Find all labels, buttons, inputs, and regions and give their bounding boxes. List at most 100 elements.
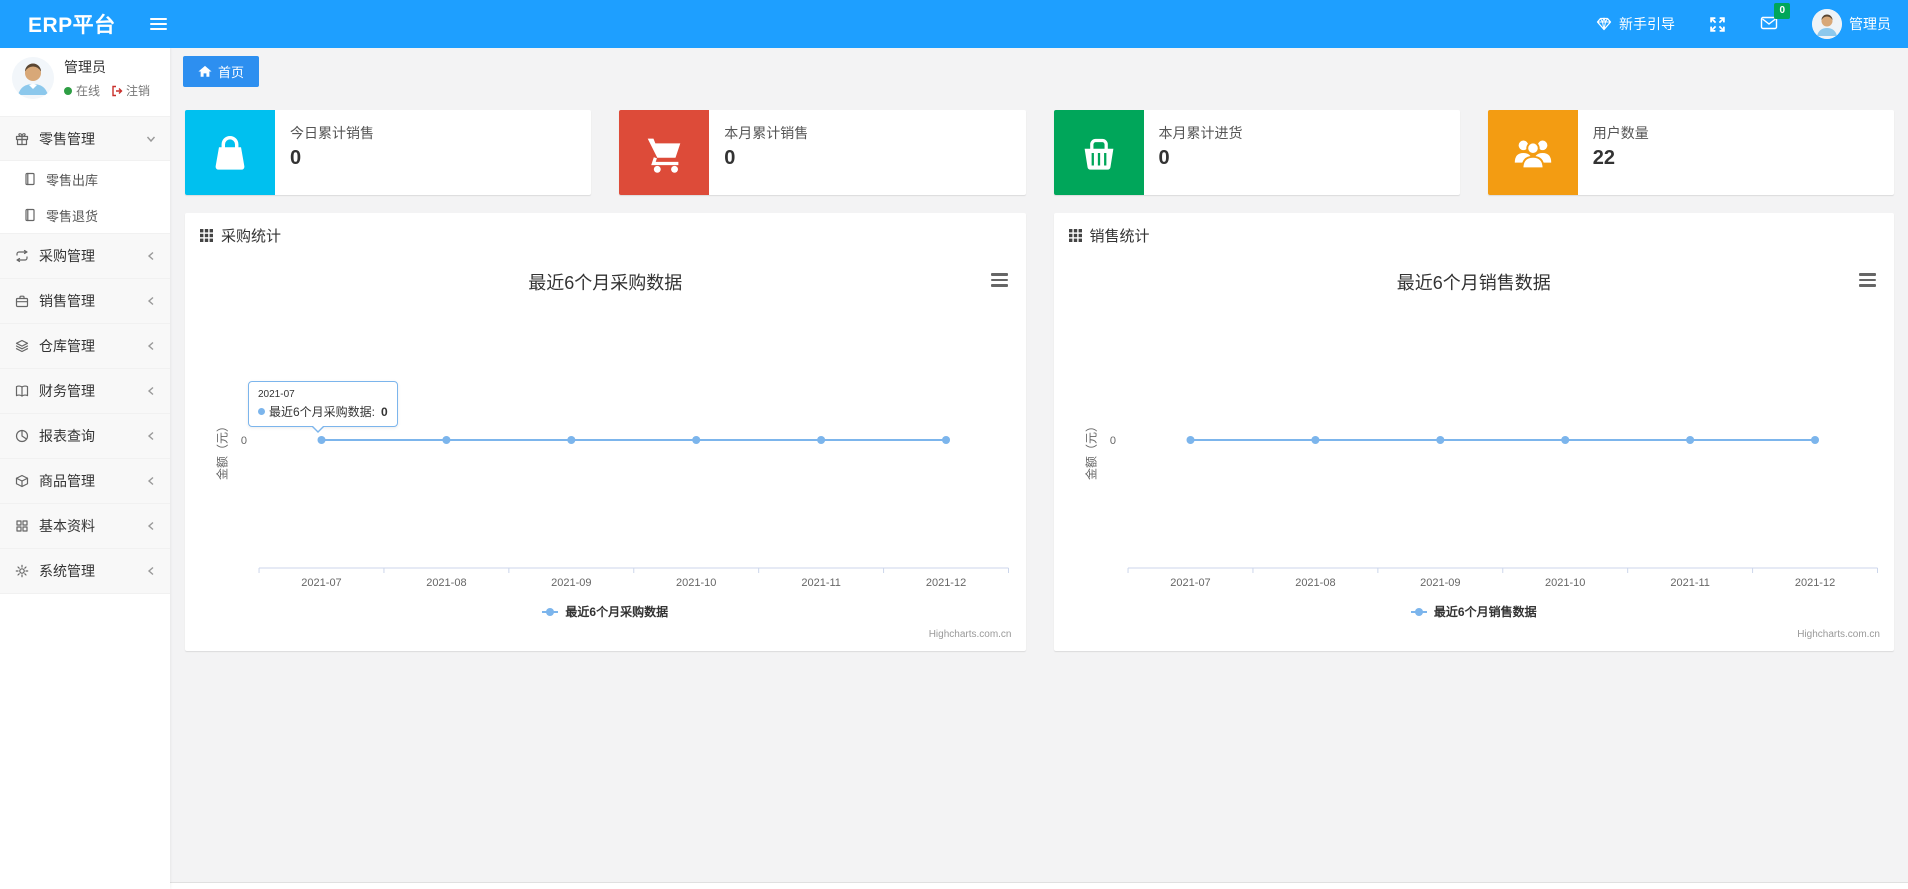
retail-submenu: 零售出库 零售退货 bbox=[0, 161, 170, 234]
sign-out-icon bbox=[112, 85, 123, 96]
online-status-dot bbox=[64, 86, 72, 95]
svg-text:2021-12: 2021-12 bbox=[926, 577, 966, 589]
sidebar-username: 管理员 bbox=[64, 59, 106, 75]
card-title: 用户数量 bbox=[1592, 125, 1649, 141]
users-icon bbox=[1514, 140, 1551, 169]
svg-text:2021-07: 2021-07 bbox=[301, 577, 341, 589]
sidebar-item-system[interactable]: 系统管理 bbox=[0, 549, 170, 594]
pie-chart-icon bbox=[15, 429, 29, 443]
highcharts-credits[interactable]: Highcharts.com.cn bbox=[929, 629, 1012, 640]
sidebar-item-label: 销售管理 bbox=[39, 293, 95, 309]
highcharts-credits[interactable]: Highcharts.com.cn bbox=[1797, 629, 1880, 640]
online-status-label: 在线 bbox=[76, 84, 101, 98]
sidebar-item-label: 基本资料 bbox=[39, 518, 95, 534]
gem-icon bbox=[1596, 17, 1612, 31]
chevron-left-icon bbox=[147, 566, 154, 576]
sidebar-item-label: 系统管理 bbox=[39, 563, 95, 579]
stat-card-today-sales: 今日累计销售 0 bbox=[185, 110, 592, 195]
main-content: 首页 今日累计销售 0 本月累计销售 0 本月累计进货 0 用户数量 22 采购… bbox=[170, 48, 1908, 889]
chart-panels-row: 采购统计 最近6个月采购数据 金额（元） 0 2021-07 2021-08 2021… bbox=[185, 213, 1894, 651]
sidebar-item-warehouse[interactable]: 仓库管理 bbox=[0, 324, 170, 369]
sales-chart: 最近6个月销售数据 金额（元） 0 2021-07 2021-08 2021-09 20… bbox=[1054, 257, 1895, 651]
breadcrumb-label: 首页 bbox=[218, 65, 245, 80]
basket-icon bbox=[1084, 138, 1113, 170]
purchase-chart: 最近6个月采购数据 金额（元） 0 2021-07 2021-08 2021-09 20… bbox=[185, 257, 1026, 651]
stat-cards-row: 今日累计销售 0 本月累计销售 0 本月累计进货 0 用户数量 22 bbox=[185, 110, 1894, 195]
card-title: 本月累计销售 bbox=[724, 125, 809, 141]
card-value: 0 bbox=[724, 147, 736, 169]
chevron-left-icon bbox=[147, 296, 154, 306]
purchase-stats-panel: 采购统计 最近6个月采购数据 金额（元） 0 2021-07 2021-08 2021… bbox=[185, 213, 1026, 651]
svg-text:2021-11: 2021-11 bbox=[801, 577, 841, 589]
card-title: 本月累计进货 bbox=[1158, 125, 1243, 141]
chart-legend: 最近6个月销售数据 bbox=[1054, 603, 1895, 620]
user-avatar[interactable] bbox=[12, 57, 54, 99]
panel-title: 销售统计 bbox=[1089, 227, 1150, 245]
svg-text:2021-08: 2021-08 bbox=[1295, 577, 1335, 589]
sidebar-item-label: 零售管理 bbox=[39, 130, 95, 147]
svg-text:2021-08: 2021-08 bbox=[426, 577, 466, 589]
svg-text:2021-07: 2021-07 bbox=[1170, 577, 1210, 589]
line-chart: 0 2021-07 2021-08 2021-09 2021-10 2021-11 2021… bbox=[1109, 435, 1878, 589]
legend-line-marker bbox=[542, 607, 559, 616]
package-icon bbox=[15, 474, 29, 488]
submenu-item-label: 零售退货 bbox=[46, 208, 99, 224]
stat-card-month-sales: 本月累计销售 0 bbox=[619, 110, 1026, 195]
card-value: 0 bbox=[290, 147, 302, 169]
legend-item[interactable]: 最近6个月采购数据 bbox=[542, 603, 668, 620]
svg-text:2021-10: 2021-10 bbox=[1545, 577, 1585, 589]
brand-logo[interactable]: ERP平台 bbox=[0, 9, 136, 39]
document-icon bbox=[25, 208, 35, 222]
sidebar-item-finance[interactable]: 财务管理 bbox=[0, 369, 170, 414]
sidebar-item-purchase[interactable]: 采购管理 bbox=[0, 234, 170, 279]
newbie-guide-button[interactable]: 新手引导 bbox=[1579, 0, 1692, 48]
chart-legend: 最近6个月采购数据 bbox=[185, 603, 1026, 620]
sidebar-item-sales[interactable]: 销售管理 bbox=[0, 279, 170, 324]
panel-header: 销售统计 bbox=[1054, 213, 1895, 257]
legend-item[interactable]: 最近6个月销售数据 bbox=[1410, 603, 1537, 620]
th-grid-icon bbox=[200, 228, 213, 242]
sidebar-item-label: 仓库管理 bbox=[39, 338, 95, 354]
cart-icon bbox=[647, 138, 681, 173]
tooltip-value: 0 bbox=[381, 404, 388, 419]
svg-text:2021-09: 2021-09 bbox=[551, 577, 591, 589]
gear-icon bbox=[15, 564, 29, 578]
chevron-left-icon bbox=[147, 251, 154, 261]
tooltip-series-label: 最近6个月采购数据: bbox=[269, 405, 376, 419]
sidebar-toggle-button[interactable] bbox=[136, 0, 182, 48]
logout-button[interactable]: 注销 bbox=[111, 82, 150, 99]
sidebar-menu: 零售管理 零售出库 零售退货 采购管理 销售管理 仓库管理 财务管理 报表查询 … bbox=[0, 108, 170, 594]
sidebar-item-label: 商品管理 bbox=[39, 473, 95, 489]
sidebar-item-retail[interactable]: 零售管理 bbox=[0, 116, 170, 161]
svg-text:2021-10: 2021-10 bbox=[676, 577, 716, 589]
svg-text:2021-12: 2021-12 bbox=[1794, 577, 1834, 589]
logout-label: 注销 bbox=[126, 84, 151, 98]
sidebar-item-retail-outbound[interactable]: 零售出库 bbox=[0, 161, 170, 197]
repeat-icon bbox=[16, 249, 28, 263]
svg-text:2021-09: 2021-09 bbox=[1420, 577, 1460, 589]
legend-label: 最近6个月销售数据 bbox=[1433, 605, 1537, 619]
breadcrumb-tab-home[interactable]: 首页 bbox=[183, 56, 260, 87]
chevron-left-icon bbox=[147, 431, 154, 441]
chevron-left-icon bbox=[147, 476, 154, 486]
hamburger-icon bbox=[150, 18, 168, 20]
fullscreen-button[interactable] bbox=[1692, 0, 1743, 48]
card-title: 今日累计销售 bbox=[290, 125, 374, 141]
chevron-down-icon bbox=[146, 136, 156, 142]
tooltip-series-dot bbox=[258, 408, 265, 415]
stat-card-user-count: 用户数量 22 bbox=[1487, 110, 1894, 195]
bag-icon bbox=[215, 135, 245, 170]
user-menu[interactable]: 管理员 bbox=[1795, 0, 1908, 48]
sidebar-item-label: 报表查询 bbox=[39, 428, 95, 444]
sidebar-item-products[interactable]: 商品管理 bbox=[0, 459, 170, 504]
svg-text:0: 0 bbox=[1109, 435, 1115, 447]
sales-stats-panel: 销售统计 最近6个月销售数据 金额（元） 0 2021-07 2021-08 2021… bbox=[1053, 213, 1895, 651]
chevron-left-icon bbox=[147, 386, 154, 396]
sidebar-item-label: 采购管理 bbox=[39, 248, 95, 264]
sidebar-item-retail-return[interactable]: 零售退货 bbox=[0, 197, 170, 233]
messages-button[interactable]: 0 bbox=[1743, 0, 1795, 48]
sidebar-item-basic-data[interactable]: 基本资料 bbox=[0, 504, 170, 549]
sidebar-item-reports[interactable]: 报表查询 bbox=[0, 414, 170, 459]
sidebar: 管理员 在线 注销 零售管理 零售出库 零售退货 采购管理 销售管理 仓库管理 … bbox=[0, 48, 170, 889]
layers-icon bbox=[15, 339, 29, 353]
